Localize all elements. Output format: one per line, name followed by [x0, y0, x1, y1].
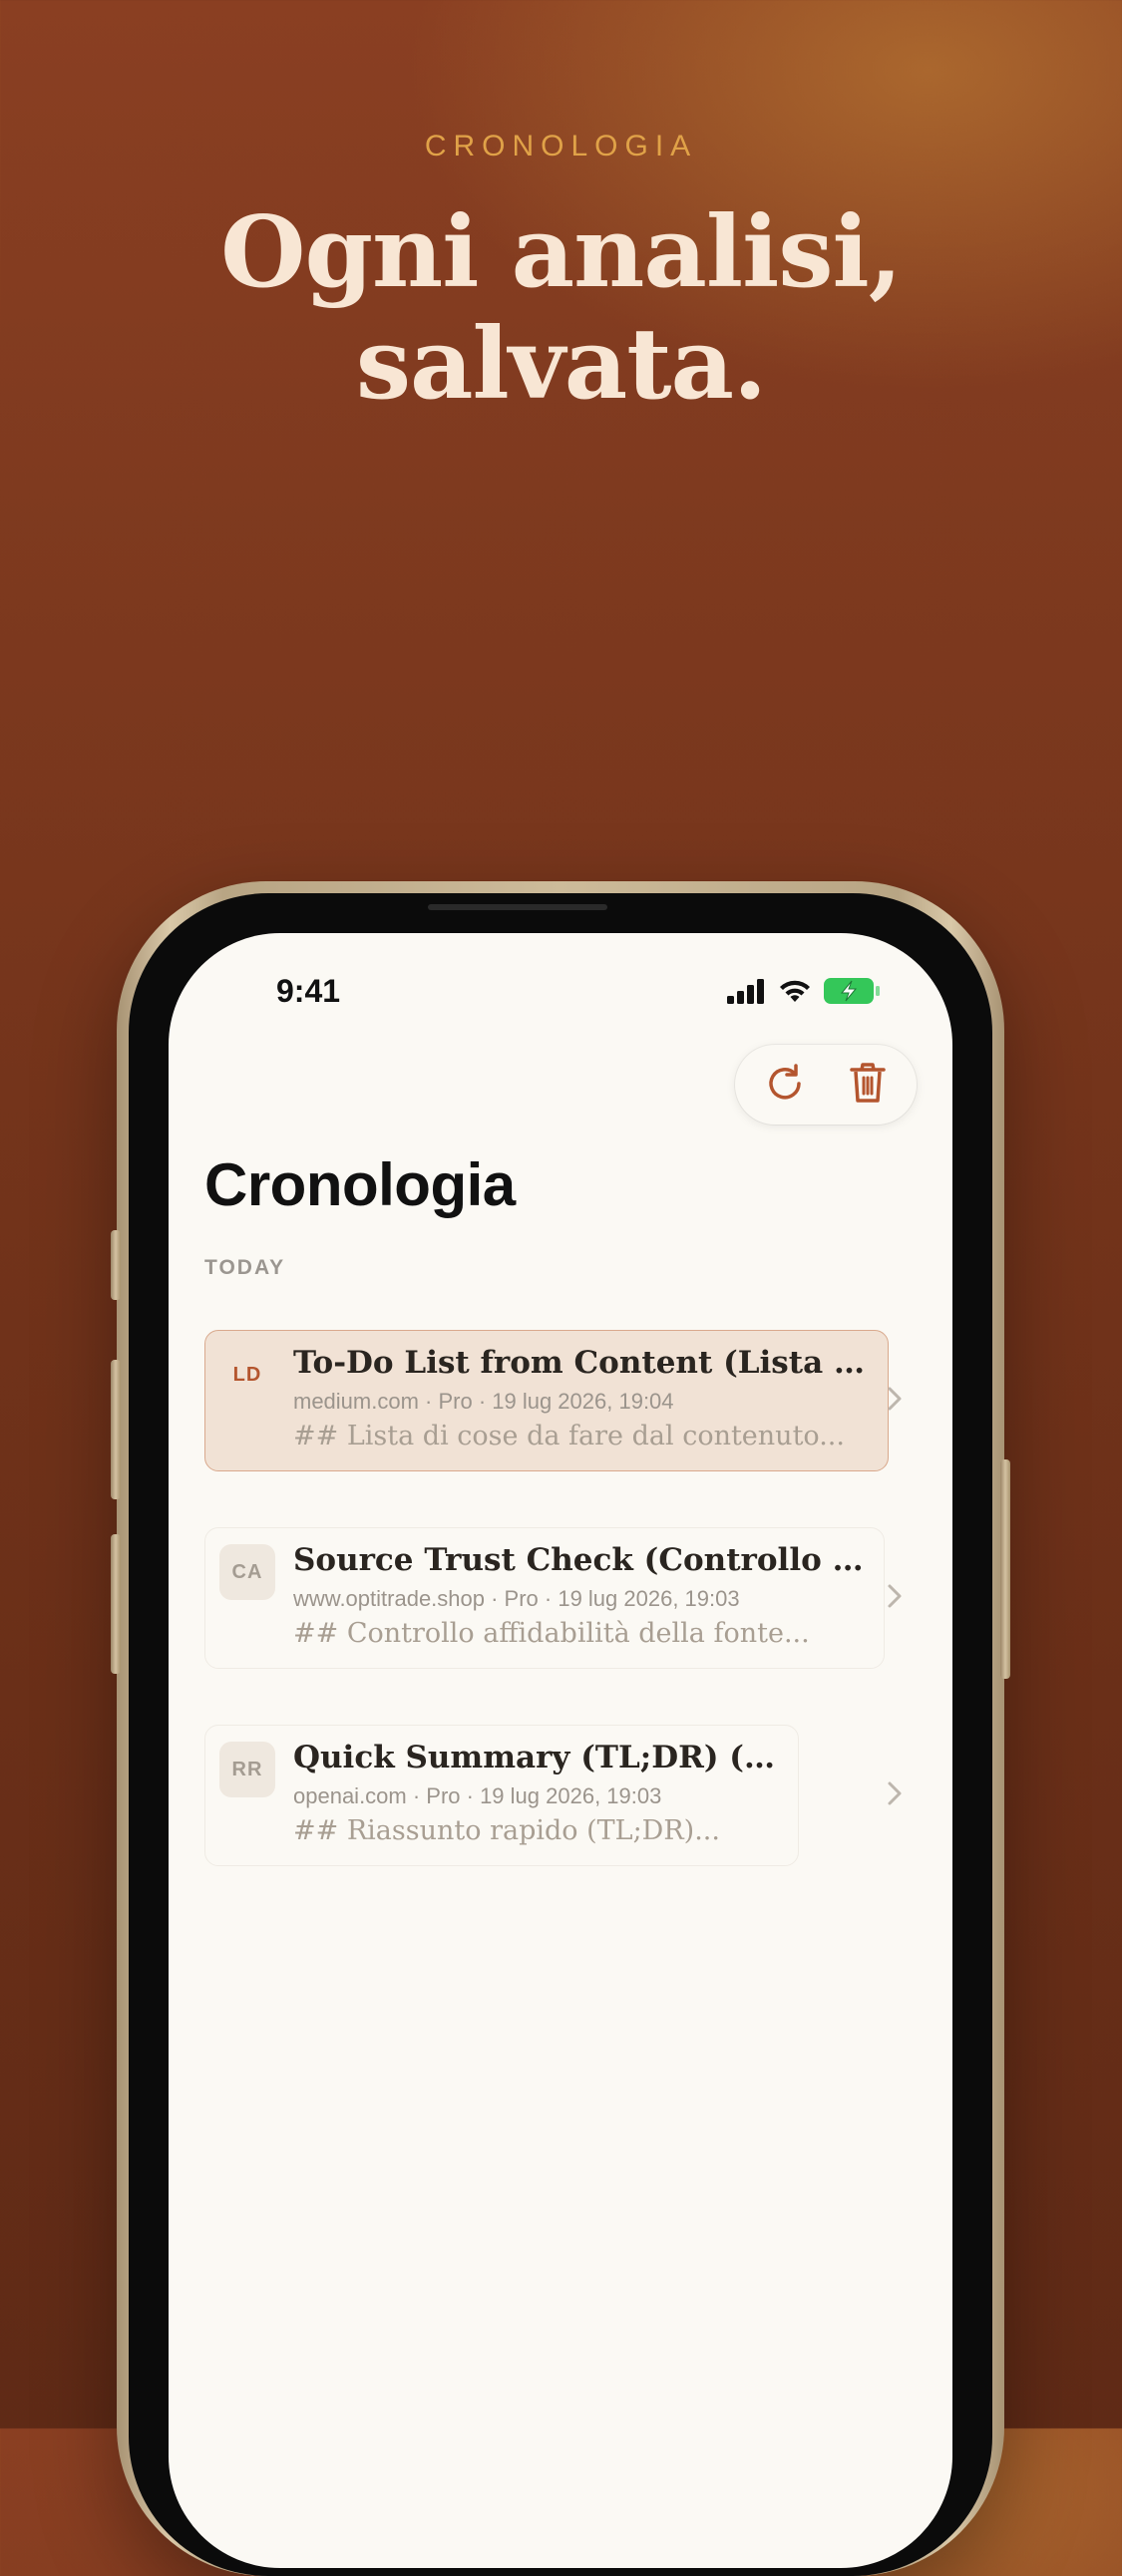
history-item-snippet: ## Lista di cose da fare dal contenuto..…	[293, 1421, 845, 1451]
battery-charging-icon	[823, 977, 881, 1010]
refresh-button[interactable]	[755, 1055, 815, 1115]
marketing-headline: Ogni analisi, salvata.	[0, 197, 1122, 421]
phone-frame: 9:41 Cronologia TODAY LD To-Do List from…	[111, 881, 1010, 2576]
history-item-title: To-Do List from Content (Lista di cose d…	[293, 1345, 874, 1381]
cellular-signal-icon	[727, 978, 767, 1009]
history-item-meta: openai.com · Pro · 19 lug 2026, 19:03	[293, 1783, 662, 1808]
history-item-avatar: CA	[219, 1544, 275, 1600]
history-item[interactable]: LD To-Do List from Content (Lista di cos…	[204, 1330, 889, 1471]
history-item-title: Quick Summary (TL;DR) (TL;DR)	[293, 1740, 784, 1775]
history-item[interactable]: CA Source Trust Check (Controllo affidab…	[204, 1527, 885, 1669]
status-bar: 9:41	[169, 933, 952, 1023]
status-time: 9:41	[276, 973, 341, 1009]
section-label-today: TODAY	[204, 1256, 286, 1279]
page-title: Cronologia	[204, 1151, 516, 1218]
refresh-icon	[763, 1061, 807, 1110]
history-item-avatar: LD	[232, 1363, 262, 1386]
phone-bezel: 9:41 Cronologia TODAY LD To-Do List from…	[129, 893, 992, 2576]
headline-line-2: salvata.	[355, 307, 767, 422]
history-item[interactable]: RR Quick Summary (TL;DR) (TL;DR) openai.…	[204, 1725, 799, 1866]
headline-line-1: Ogni analisi,	[220, 195, 903, 310]
history-item-title: Source Trust Check (Controllo affidabili…	[293, 1542, 870, 1578]
history-item-meta: medium.com · Pro · 19 lug 2026, 19:04	[293, 1389, 674, 1414]
history-item-avatar: RR	[219, 1742, 275, 1797]
history-item-chevron[interactable]	[883, 1780, 907, 1810]
history-item-snippet: ## Controllo affidabilità della fonte...	[293, 1618, 810, 1649]
history-item-chevron[interactable]	[883, 1386, 907, 1416]
toolbar-actions	[735, 1045, 917, 1125]
status-icons	[727, 977, 881, 1010]
chevron-right-icon	[887, 1583, 903, 1614]
delete-all-button[interactable]	[838, 1055, 898, 1115]
wifi-icon	[777, 978, 813, 1009]
phone-screen: 9:41 Cronologia TODAY LD To-Do List from…	[169, 933, 952, 2568]
volume-down-button	[111, 1534, 121, 1674]
chevron-right-icon	[887, 1386, 903, 1417]
marketing-eyebrow: CRONOLOGIA	[424, 130, 698, 162]
speaker-grille	[428, 904, 607, 910]
volume-up-button	[111, 1360, 121, 1499]
silent-switch	[111, 1230, 121, 1300]
history-item-meta: www.optitrade.shop · Pro · 19 lug 2026, …	[293, 1586, 740, 1611]
chevron-right-icon	[887, 1780, 903, 1811]
power-button	[1000, 1459, 1010, 1679]
history-item-snippet: ## Riassunto rapido (TL;DR)...	[293, 1815, 720, 1846]
history-item-chevron[interactable]	[883, 1583, 907, 1613]
trash-icon	[846, 1060, 890, 1111]
